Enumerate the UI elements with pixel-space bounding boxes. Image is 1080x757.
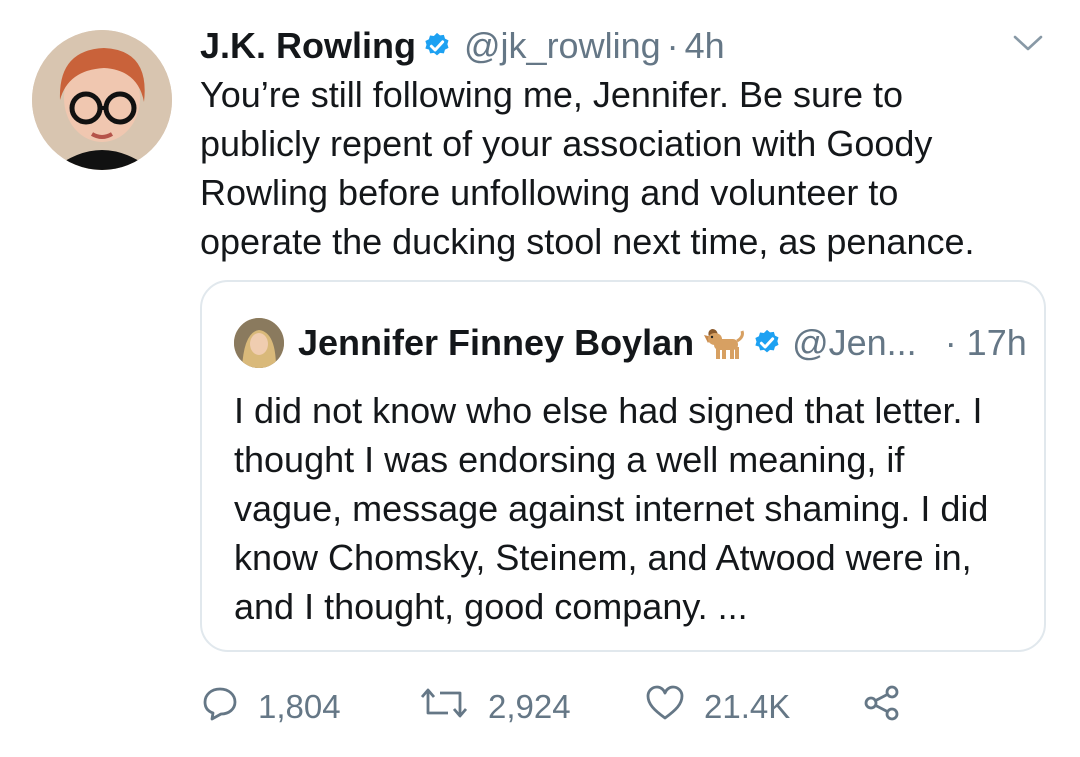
tweet-actions: 1,804 2,924 21.4K [200,682,920,732]
chevron-down-icon[interactable] [1008,28,1048,58]
quoted-tweet-time: · 17h [944,322,1027,363]
share-button[interactable] [862,683,920,731]
retweet-icon [418,683,488,731]
quoted-author-avatar [234,318,284,368]
quoted-tweet-text: I did not know who else had signed that … [234,390,989,627]
quoted-tweet-header: Jennifer Finney Boylan @Jen... · 17h [234,318,1027,368]
reply-count: 1,804 [258,688,341,725]
share-icon [862,683,920,731]
retweet-count: 2,924 [488,688,571,725]
like-icon [644,683,704,731]
author-avatar[interactable] [32,30,172,170]
quoted-author-handle: @Jen... [792,322,917,363]
author-name[interactable]: J.K. Rowling [200,25,416,67]
tweet-time[interactable]: 4h [685,25,725,67]
verified-badge-icon [752,328,782,358]
separator-dot: · [666,25,679,66]
reply-button[interactable]: 1,804 [200,683,418,731]
tweet-text: You’re still following me, Jennifer. Be … [200,74,975,262]
like-button[interactable]: 21.4K [644,683,862,731]
quoted-author-name: Jennifer Finney Boylan [298,322,695,363]
tweet-header: J.K. Rowling @jk_rowling · 4h [200,24,725,68]
reply-icon [200,683,258,731]
retweet-button[interactable]: 2,924 [418,683,644,731]
quoted-tweet[interactable]: Jennifer Finney Boylan @Jen... · 17h I d… [200,280,1046,652]
verified-badge-icon [422,31,452,61]
author-handle[interactable]: @jk_rowling [464,25,661,67]
like-count: 21.4K [704,688,791,725]
dog-emoji-icon [702,325,748,361]
